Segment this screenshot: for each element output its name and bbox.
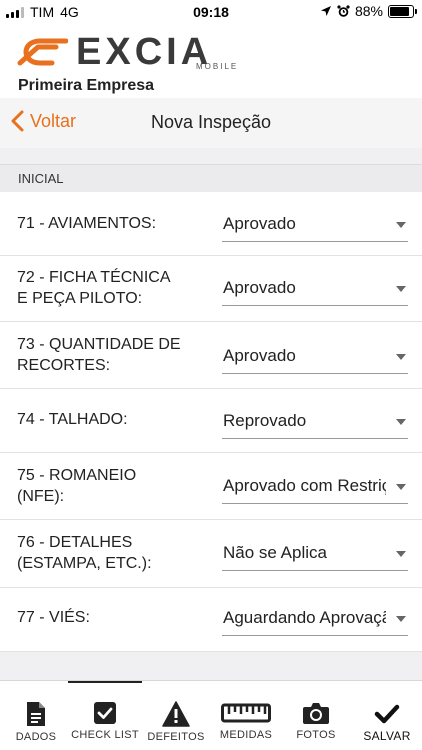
- tab-label: MEDIDAS: [219, 729, 273, 741]
- checklist-row: 76 - DETALHES (ESTAMPA, ETC.): Não se Apl…: [0, 520, 422, 588]
- status-dropdown[interactable]: Reprovado: [222, 403, 408, 439]
- battery-percent: 88%: [354, 3, 383, 19]
- tab-checklist[interactable]: CHECK LIST: [68, 681, 142, 750]
- tab-label: DADOS: [15, 731, 57, 743]
- dropdown-value: Reprovado: [223, 411, 307, 430]
- navigation-bar: Voltar Nova Inspeção: [0, 98, 422, 148]
- row-label: 77 - VIÉS:: [17, 609, 90, 626]
- tab-fotos[interactable]: FOTOS: [288, 681, 344, 750]
- checklist-row: 72 - FICHA TÉCNICA E PEÇA PILOTO: Aprovad…: [0, 256, 422, 322]
- status-bar: TIM 4G 09:18 88%: [0, 0, 422, 24]
- status-dropdown[interactable]: Não se Aplica: [222, 535, 408, 571]
- checklist-row: 77 - VIÉS: Aguardando Aprovação: [0, 588, 422, 652]
- tab-bar: DADOS CHECK LIST DEFEITOS MEDIDAS FOTOS …: [0, 680, 422, 750]
- checklist: 71 - AVIAMENTOS: Aprovado 72 - FICHA TÉC…: [0, 192, 422, 652]
- status-dropdown[interactable]: Aprovado: [222, 270, 408, 306]
- logo-text: EXCIA: [76, 31, 213, 73]
- location-arrow-icon: [320, 6, 331, 16]
- row-label: 76 - DETALHES (ESTAMPA, ETC.):: [17, 534, 152, 572]
- caret-down-icon: [396, 616, 406, 622]
- page-title: Nova Inspeção: [150, 112, 272, 132]
- tab-medidas[interactable]: MEDIDAS: [214, 681, 278, 750]
- camera-icon: [303, 703, 329, 724]
- warning-icon: [162, 701, 190, 727]
- caret-down-icon: [396, 484, 406, 490]
- alarm-icon: [337, 4, 350, 17]
- dropdown-value: Não se Aplica: [223, 543, 327, 562]
- caret-down-icon: [396, 551, 406, 557]
- dropdown-value: Aguardando Aprovação: [223, 608, 386, 627]
- dropdown-value: Aprovado: [223, 278, 296, 297]
- excia-logo: EXCIA MOBILE: [16, 30, 236, 74]
- row-label: 75 - ROMANEIO (NFE):: [17, 467, 137, 505]
- tab-label: CHECK LIST: [71, 729, 139, 741]
- dropdown-value: Aprovado: [223, 346, 296, 365]
- caret-down-icon: [396, 286, 406, 292]
- dropdown-value: Aprovado: [223, 214, 296, 233]
- tab-label: FOTOS: [296, 729, 336, 741]
- section-header: INICIAL: [0, 164, 422, 192]
- dropdown-value: Aprovado com Restrições: [223, 476, 386, 495]
- section-spacer: [0, 148, 422, 164]
- row-label: 71 - AVIAMENTOS:: [17, 215, 157, 232]
- battery-icon: [388, 4, 417, 18]
- row-label: 72 - FICHA TÉCNICA E PEÇA PILOTO:: [17, 269, 171, 307]
- checklist-row: 75 - ROMANEIO (NFE): Aprovado com Restriç…: [0, 453, 422, 520]
- checklist-row: 74 - TALHADO: Reprovado: [0, 389, 422, 453]
- caret-down-icon: [396, 419, 406, 425]
- caret-down-icon: [396, 222, 406, 228]
- tab-label: DEFEITOS: [147, 731, 205, 743]
- row-label: 73 - QUANTIDADE DE RECORTES:: [17, 336, 181, 374]
- status-dropdown[interactable]: Aguardando Aprovação: [222, 600, 408, 636]
- status-right: 88%: [320, 3, 417, 19]
- document-icon: [27, 702, 45, 726]
- status-dropdown[interactable]: Aprovado: [222, 338, 408, 374]
- tab-label: SALVAR: [363, 729, 411, 743]
- tab-defeitos[interactable]: DEFEITOS: [144, 681, 208, 750]
- company-name: Primeira Empresa: [18, 77, 155, 94]
- status-dropdown[interactable]: Aprovado com Restrições: [222, 468, 408, 504]
- checklist-row: 71 - AVIAMENTOS: Aprovado: [0, 192, 422, 256]
- caret-down-icon: [396, 354, 406, 360]
- checkmark-icon: [374, 704, 400, 724]
- checklist-row: 73 - QUANTIDADE DE RECORTES: Aprovado: [0, 322, 422, 389]
- logo-subtext: MOBILE: [196, 62, 239, 71]
- checkbox-icon: [94, 702, 116, 724]
- tab-dados[interactable]: DADOS: [8, 681, 64, 750]
- row-label: 74 - TALHADO:: [17, 411, 128, 428]
- list-footer: [0, 652, 422, 680]
- status-dropdown[interactable]: Aprovado: [222, 206, 408, 242]
- ruler-icon: [221, 703, 271, 723]
- tab-salvar[interactable]: SALVAR: [356, 681, 418, 750]
- excia-logo-mark: [17, 38, 68, 66]
